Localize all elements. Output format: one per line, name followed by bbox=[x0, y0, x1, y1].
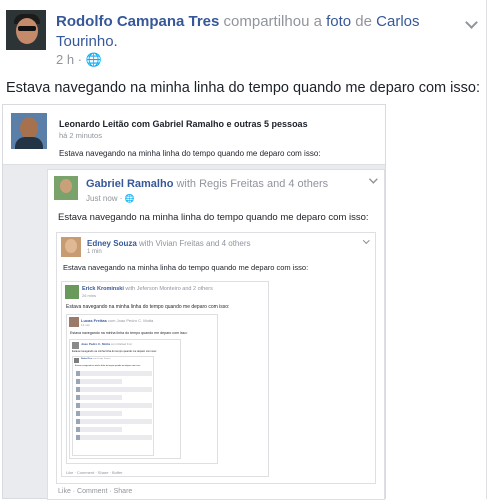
nested-text: Estava navegando na minha linha do tempo… bbox=[75, 365, 141, 367]
nested-post-level-3: Edney Souza with Vivian Freitas and 4 ot… bbox=[56, 232, 376, 484]
nested-title: Gabriel Ramalho with Regis Freitas and 4… bbox=[86, 178, 329, 190]
avatar bbox=[72, 342, 79, 349]
post-action: compartilhou a bbox=[223, 13, 322, 30]
nested-title: Erick Krominski with Jeferson Monteiro a… bbox=[82, 286, 213, 292]
nested-text: Estava navegando na minha linha do tempo… bbox=[58, 212, 369, 223]
nested-text: Estava navegando na minha linha do tempo… bbox=[63, 263, 309, 272]
shared-screenshot[interactable]: Leonardo Leitão com Gabriel Ramalho e ou… bbox=[2, 104, 386, 500]
nested-title: Rafael Foz com Felipe Freitas bbox=[81, 358, 111, 360]
nested-post-level-4: Erick Krominski with Jeferson Monteiro a… bbox=[61, 281, 269, 477]
nested-post-level-7: Rafael Foz com Felipe Freitas Estava nav… bbox=[72, 356, 154, 456]
nested-actions: Like · Comment · Share · Buffer bbox=[66, 470, 123, 475]
recursive-feed-rows bbox=[76, 371, 152, 443]
chevron-down-icon bbox=[368, 176, 378, 186]
nested-text: Estava navegando na minha linha do tempo… bbox=[66, 304, 230, 310]
nested-time: há 2 minutos bbox=[59, 131, 102, 140]
nested-actions: Like · Comment · Share bbox=[58, 488, 133, 495]
author-avatar[interactable] bbox=[6, 10, 46, 50]
post-time[interactable]: 2 h bbox=[56, 52, 74, 67]
nested-time: 26 mins bbox=[82, 293, 97, 298]
nested-title: Joao Pedro C. Motta com Rafael Foz bbox=[81, 342, 132, 346]
nested-text: Estava navegando na minha linha do tempo… bbox=[70, 331, 188, 335]
nested-text: Estava navegando na minha linha do tempo… bbox=[72, 350, 157, 353]
card-border bbox=[486, 0, 487, 499]
nested-post-level-2: Gabriel Ramalho with Regis Freitas and 4… bbox=[47, 169, 385, 500]
nested-title: Lucas Freitas com Joao Pedro C. Motta bbox=[81, 318, 154, 323]
post-text: Estava navegando na minha linha do tempo… bbox=[6, 80, 480, 96]
nested-post-level-6: Joao Pedro C. Motta com Rafael Foz Estav… bbox=[69, 339, 181, 459]
avatar bbox=[69, 317, 79, 327]
avatar bbox=[65, 285, 79, 299]
nested-title: Leonardo Leitão com Gabriel Ramalho e ou… bbox=[59, 119, 308, 129]
author-name[interactable]: Rodolfo Campana Tres bbox=[56, 13, 219, 30]
avatar bbox=[74, 358, 79, 363]
nested-post-level-5: Lucas Freitas com Joao Pedro C. Motta 14… bbox=[66, 314, 218, 464]
post-title: Rodolfo Campana Tres compartilhou a foto… bbox=[56, 12, 456, 52]
avatar bbox=[61, 237, 81, 257]
nested-post-level-1: Leonardo Leitão com Gabriel Ramalho e ou… bbox=[3, 105, 385, 165]
avatar bbox=[11, 113, 47, 149]
photo-link[interactable]: foto bbox=[326, 13, 351, 30]
nested-time: Just now · 🌐 bbox=[86, 194, 135, 203]
chevron-down-icon[interactable] bbox=[464, 18, 478, 32]
post-header: Rodolfo Campana Tres compartilhou a foto… bbox=[6, 8, 486, 68]
globe-icon: 🌐 bbox=[85, 52, 102, 67]
nested-title: Edney Souza with Vivian Freitas and 4 ot… bbox=[87, 239, 251, 248]
nested-text: Estava navegando na minha linha do tempo… bbox=[59, 149, 321, 158]
chevron-down-icon bbox=[362, 238, 370, 246]
nested-time: 1 min bbox=[87, 249, 102, 255]
nested-time: 14 min bbox=[81, 323, 91, 327]
avatar bbox=[54, 176, 78, 200]
post-meta: 2 h · 🌐 bbox=[56, 52, 102, 67]
post-preposition: de bbox=[355, 13, 372, 30]
